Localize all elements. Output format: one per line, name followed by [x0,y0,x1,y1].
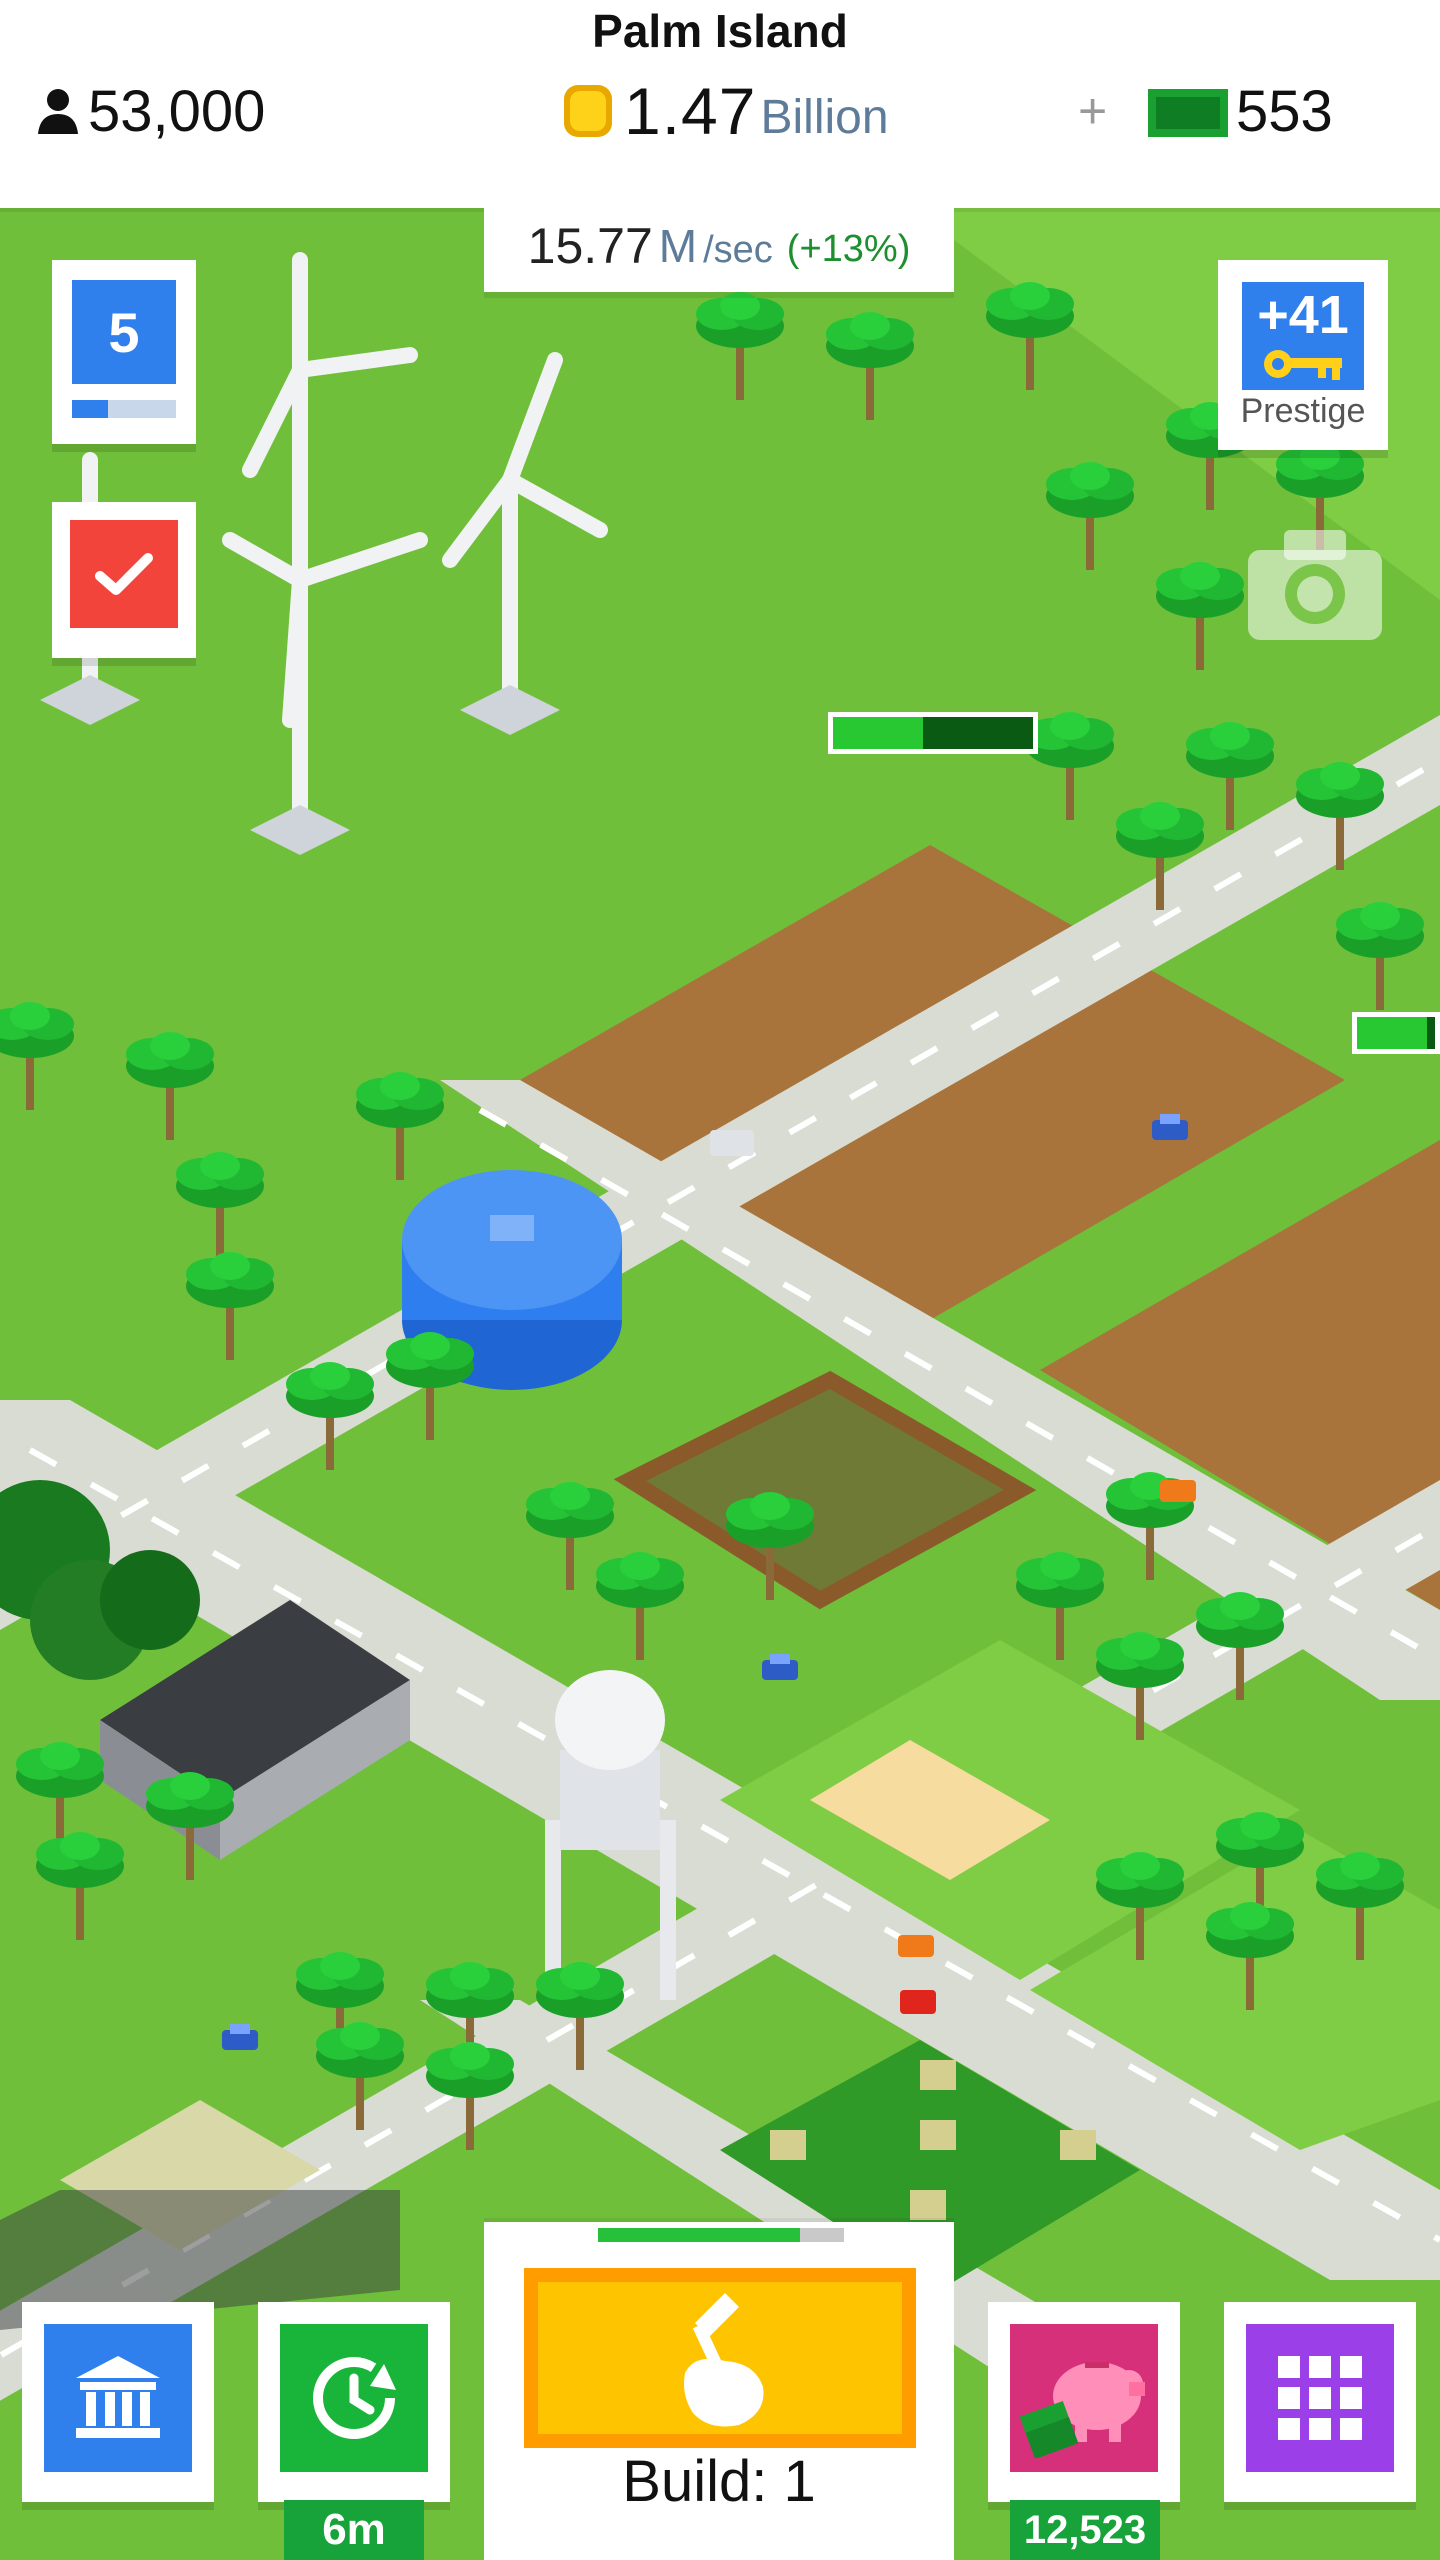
build-progress-bar [598,2228,844,2242]
building-progress-fill [833,717,923,749]
income-value: 15.77 [527,218,653,274]
build-label: Build: 1 [622,2449,816,2514]
piggy-badge [1010,2324,1158,2472]
cash-display[interactable]: 553 [1148,76,1333,146]
piggy-bank-icon [1019,2362,1145,2458]
hammer-hand-icon [684,2293,764,2427]
cash-icon [1148,89,1228,137]
coins-display: 1.47 Billion [560,74,889,148]
cash-value: 553 [1236,78,1333,144]
level-number: 5 [72,280,176,384]
level-button[interactable]: 5 [52,260,196,444]
build-progress-fill [598,2228,800,2242]
tasks-badge [70,520,178,628]
person-icon [38,89,78,134]
key-icon [1264,350,1342,380]
income-rate: 15.77 M/sec (+13%) [484,200,954,292]
population-value: 53,000 [88,78,266,144]
coins-unit: Billion [760,90,889,144]
tasks-button[interactable] [52,502,196,658]
building-progress-bar [828,712,1038,754]
coin-icon [564,85,612,137]
bank-icon [76,2356,160,2438]
income-bonus: (+13%) [786,227,911,270]
build-card-inner [538,2282,902,2434]
top-bar: Palm Island 53,000 1.47 Billion + 553 [0,0,1440,208]
piggy-bank-count: 12,523 [1010,2500,1160,2560]
time-boost-button[interactable] [258,2302,450,2502]
clock-refresh-icon [313,2357,396,2439]
level-progress-fill [72,400,109,418]
population-display: 53,000 [36,76,265,146]
camera-icon[interactable] [1248,530,1382,640]
boost-badge [280,2324,428,2472]
prestige-label: Prestige [1240,392,1366,430]
income-unit: M [658,220,698,272]
grid-icon [1278,2356,1362,2440]
building-progress-fill [1357,1017,1428,1049]
build-card [524,2268,916,2448]
level-progress-bar [72,400,176,418]
bank-button[interactable] [22,2302,214,2502]
coins-value: 1.47 [624,74,757,148]
piggy-bank-button[interactable] [988,2302,1180,2502]
buy-cash-button[interactable]: + [1078,76,1107,146]
island-name[interactable]: Palm Island [0,4,1440,58]
bank-badge [44,2324,192,2472]
prestige-count: +41 [1257,285,1349,345]
income-per: /sec [703,228,773,271]
checkmark-icon [95,553,153,595]
prestige-badge: +41 [1242,282,1364,390]
build-button[interactable]: Build: 1 [484,2222,954,2560]
menu-badge [1246,2324,1394,2472]
menu-button[interactable] [1224,2302,1416,2502]
prestige-button[interactable]: +41 Prestige [1218,260,1388,450]
boost-timer: 6m [284,2500,424,2560]
building-progress-bar [1352,1012,1440,1054]
